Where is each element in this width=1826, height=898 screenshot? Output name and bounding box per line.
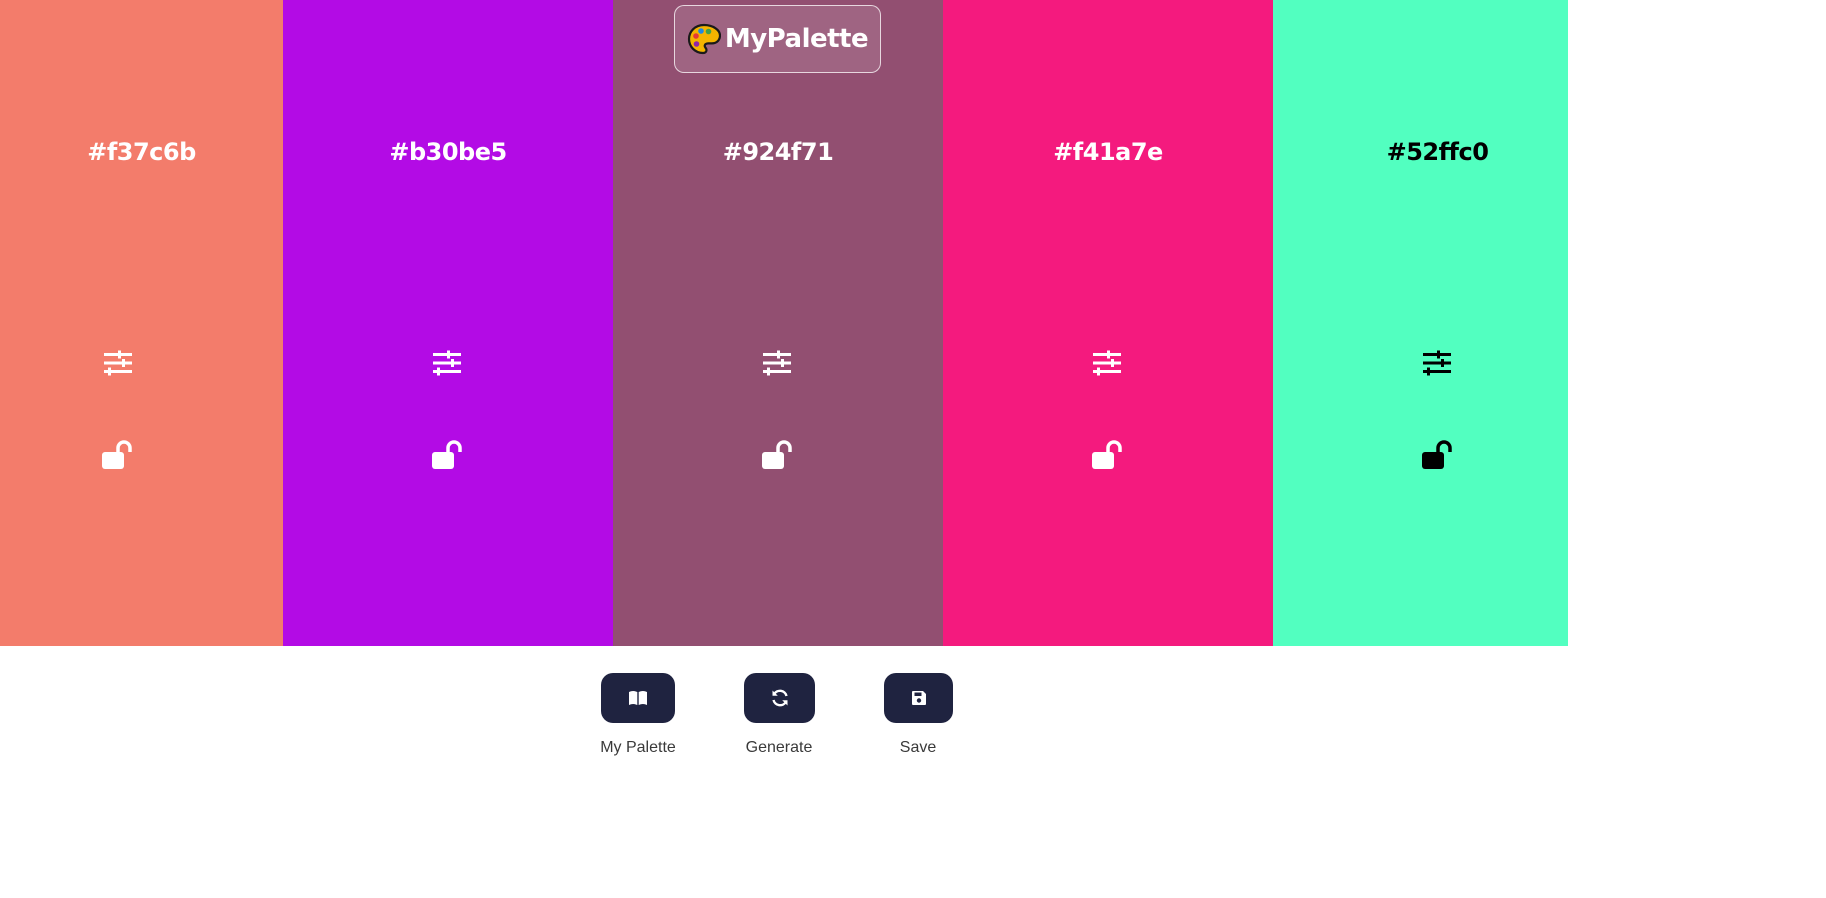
app-title: MyPalette (724, 24, 869, 54)
color-swatch-1: #f37c6b (0, 0, 283, 646)
palette-icon (687, 23, 721, 55)
color-swatch-5: #52ffc0 (1273, 0, 1568, 646)
lock-toggle-4[interactable] (1090, 438, 1124, 472)
hex-code-3[interactable]: #924f71 (613, 138, 943, 166)
save-button[interactable] (884, 673, 953, 723)
color-palette: #f37c6b #b30be5 #924f71 #f41a7e #52ffc0 (0, 0, 1568, 646)
sliders-icon (1093, 350, 1121, 376)
lock-toggle-1[interactable] (100, 438, 134, 472)
my-palette-button[interactable] (601, 673, 675, 723)
hex-code-1[interactable]: #f37c6b (0, 138, 283, 166)
adjust-button-1[interactable] (101, 346, 135, 380)
unlock-icon (102, 440, 132, 469)
lock-toggle-5[interactable] (1420, 438, 1454, 472)
adjust-button-5[interactable] (1420, 346, 1454, 380)
unlock-icon (1092, 440, 1122, 469)
refresh-icon (771, 689, 788, 707)
color-swatch-3: #924f71 (613, 0, 943, 646)
sliders-icon (433, 350, 461, 376)
hex-code-4[interactable]: #f41a7e (943, 138, 1273, 166)
sliders-icon (104, 350, 132, 376)
my-palette-label: My Palette (600, 739, 676, 756)
hex-code-5[interactable]: #52ffc0 (1307, 138, 1568, 166)
generate-label: Generate (745, 739, 813, 756)
sliders-icon (1423, 350, 1451, 376)
adjust-button-3[interactable] (760, 346, 794, 380)
save-label: Save (899, 739, 937, 756)
generate-button[interactable] (744, 673, 815, 723)
color-swatch-2: #b30be5 (283, 0, 613, 646)
color-swatch-4: #f41a7e (943, 0, 1273, 646)
unlock-icon (432, 440, 462, 469)
floppy-disk-icon (911, 691, 926, 705)
unlock-icon (762, 440, 792, 469)
unlock-icon (1422, 440, 1452, 469)
hex-code-2[interactable]: #b30be5 (283, 138, 613, 166)
lock-toggle-2[interactable] (430, 438, 464, 472)
adjust-button-4[interactable] (1090, 346, 1124, 380)
lock-toggle-3[interactable] (760, 438, 794, 472)
app-logo: MyPalette (674, 5, 881, 73)
sliders-icon (763, 350, 791, 376)
adjust-button-2[interactable] (430, 346, 464, 380)
book-icon (629, 691, 647, 705)
